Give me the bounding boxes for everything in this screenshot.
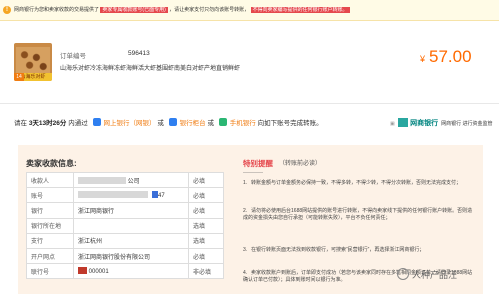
account-info-table: 收款人 公司 必填 账号 47 必填 银行 浙江网商银行 必填 银行所在地 选填 支行 浙江杭州 选填开… bbox=[26, 171, 224, 280]
account-field-value[interactable]: 浙江网商银行股份有限公司 bbox=[73, 247, 189, 265]
redacted-mask bbox=[78, 191, 148, 199]
notice-bar: ! 网商银行为您和卖家收款的交易提供了 卖家专属收款账号(已面专用) ，请让卖家… bbox=[0, 0, 499, 21]
account-field-value[interactable]: 浙江网商银行 bbox=[73, 202, 189, 219]
counter-bank-icon bbox=[168, 118, 177, 126]
note-text: 转账金额与订单金额务必保持一致，不得多转，不得少转，不得分次转账，否则无法完成支… bbox=[251, 180, 462, 186]
deadline-time: 3天13时26分 bbox=[28, 120, 67, 127]
account-row: 联行号 000001 非必填 bbox=[26, 263, 224, 280]
mybank-logo-icon bbox=[398, 118, 409, 127]
notice-text: 网商银行为您和卖家收款的交易提供了 卖家专属收款账号(已面专用) ，请让卖家支付… bbox=[14, 6, 350, 14]
notes-subtitle: （转账前必读） bbox=[279, 161, 322, 167]
shrimp-image bbox=[16, 47, 50, 73]
account-row: 账号 47 必填 bbox=[26, 187, 224, 204]
account-row: 银行 浙江网商银行 必填 bbox=[26, 202, 224, 219]
payment-deadline: 请在 3天13时26分 内通过 网上银行（网银） 或 银行柜台 或 手机银行 向… bbox=[14, 118, 323, 128]
or-text-1: 或 bbox=[157, 120, 164, 127]
product-thumbnail[interactable]: 山海乐对虾 14 bbox=[14, 43, 52, 81]
brand-name: 网商银行 bbox=[410, 120, 439, 127]
thumbnail-badge: 14 bbox=[14, 73, 24, 81]
required-tag: 选填 bbox=[188, 217, 224, 234]
required-tag: 必填 bbox=[188, 187, 224, 204]
note-number: 3. bbox=[243, 247, 248, 253]
account-field-label: 支行 bbox=[26, 232, 74, 249]
watermark: 人种产品汪 bbox=[397, 268, 457, 281]
note-text: 请勿将必使用后台1688网站提供的账号进行转账，不得向卖家线下提供的任何银行账户… bbox=[243, 208, 473, 222]
amount-value: 57.00 bbox=[429, 47, 472, 66]
or-text-2: 或 bbox=[207, 120, 214, 127]
brand-service: 网商银行 进行资金监管 bbox=[441, 121, 493, 127]
online-bank-link[interactable]: 网上银行（网银） bbox=[104, 120, 156, 127]
account-row: 支行 浙江杭州 选填 bbox=[26, 232, 224, 249]
currency-symbol: ¥ bbox=[420, 54, 426, 64]
notice-part1: 网商银行为您和卖家收款的交易提供了 bbox=[14, 7, 100, 13]
order-number: 596413 bbox=[128, 50, 150, 57]
required-tag: 必填 bbox=[188, 202, 224, 219]
account-value-text: 公司 bbox=[127, 178, 140, 185]
note-item: 2. 请勿将必使用后台1688网站提供的账号进行转账，不得向卖家线下提供的任何银行… bbox=[243, 208, 475, 223]
redacted-mask bbox=[78, 176, 126, 184]
account-field-label: 账号 bbox=[26, 187, 74, 204]
account-field-label: 收款人 bbox=[26, 171, 74, 189]
order-amount: ¥57.00 bbox=[420, 47, 472, 67]
required-tag: 必填 bbox=[188, 247, 224, 265]
deadline-mid: 内通过 bbox=[68, 120, 88, 127]
online-bank-icon bbox=[92, 118, 101, 126]
deadline-suffix: 向如下账号完成转账。 bbox=[257, 120, 323, 127]
note-text: 在银行转账页面无法找到收款银行，可搜索“民营银行”，再选择浙江网商银行； bbox=[251, 247, 425, 253]
notes-title: 特别提醒 bbox=[243, 159, 273, 168]
deadline-prefix: 请在 bbox=[14, 120, 27, 127]
account-field-value[interactable]: 47 bbox=[73, 187, 189, 204]
watermark-text: 人种产品汪 bbox=[412, 270, 458, 280]
bank-brand: ▣ 网商银行 网商银行 进行资金监管 bbox=[390, 118, 493, 128]
account-field-label: 银行 bbox=[26, 202, 74, 219]
account-field-label: 银行所在地 bbox=[26, 217, 74, 234]
warning-icon: ! bbox=[3, 6, 11, 14]
account-field-label: 联行号 bbox=[26, 263, 74, 280]
notes-subtitle-line: ———— bbox=[243, 170, 263, 176]
account-field-value[interactable] bbox=[73, 217, 189, 234]
required-tag: 选填 bbox=[188, 232, 224, 249]
account-field-label: 开户网点 bbox=[26, 247, 74, 265]
account-info-title: 卖家收款信息: bbox=[26, 159, 77, 168]
account-row: 银行所在地 选填 bbox=[26, 217, 224, 234]
notice-part2: ，请让卖家支付只勿向该账号转账， bbox=[169, 7, 250, 13]
mobile-bank-link[interactable]: 手机银行 bbox=[230, 120, 256, 127]
required-tag: 必填 bbox=[188, 171, 224, 189]
account-field-value[interactable]: 公司 bbox=[73, 171, 189, 189]
account-field-value[interactable]: 000001 bbox=[73, 263, 189, 280]
account-value-text: 47 bbox=[158, 193, 165, 200]
account-field-value[interactable]: 浙江杭州 bbox=[73, 232, 189, 249]
redacted-mask bbox=[78, 267, 87, 275]
mobile-bank-icon bbox=[218, 118, 227, 126]
notice-highlight2: 不得向卖家编写提供的任何银行账户转账。 bbox=[250, 7, 350, 13]
product-title[interactable]: 山海乐对虾冷冻海鲜冻虾海鲜活大虾基围虾南美白对虾产地直销鲜虾 bbox=[60, 63, 240, 72]
divider bbox=[0, 103, 499, 104]
wechat-icon bbox=[397, 268, 409, 280]
account-row: 收款人 公司 必填 bbox=[26, 171, 224, 189]
note-number: 1. bbox=[243, 180, 248, 186]
brand-mark-small: ▣ bbox=[390, 121, 395, 127]
note-item: 1. 转账金额与订单金额务必保持一致，不得多转，不得少转，不得分次转账，否则无法完… bbox=[243, 180, 475, 187]
account-value-text: 000001 bbox=[88, 269, 109, 276]
note-item: 3. 在银行转账页面无法找到收款银行，可搜索“民营银行”，再选择浙江网商银行； bbox=[243, 247, 475, 254]
account-row: 开户网点 浙江网商银行股份有限公司 必填 bbox=[26, 247, 224, 265]
notice-highlight1: 卖家专属收款账号(已面专用) bbox=[100, 7, 168, 13]
order-number-label: 订单编号 bbox=[60, 53, 86, 60]
counter-bank-link[interactable]: 银行柜台 bbox=[180, 120, 206, 127]
required-tag: 非必填 bbox=[188, 263, 224, 280]
